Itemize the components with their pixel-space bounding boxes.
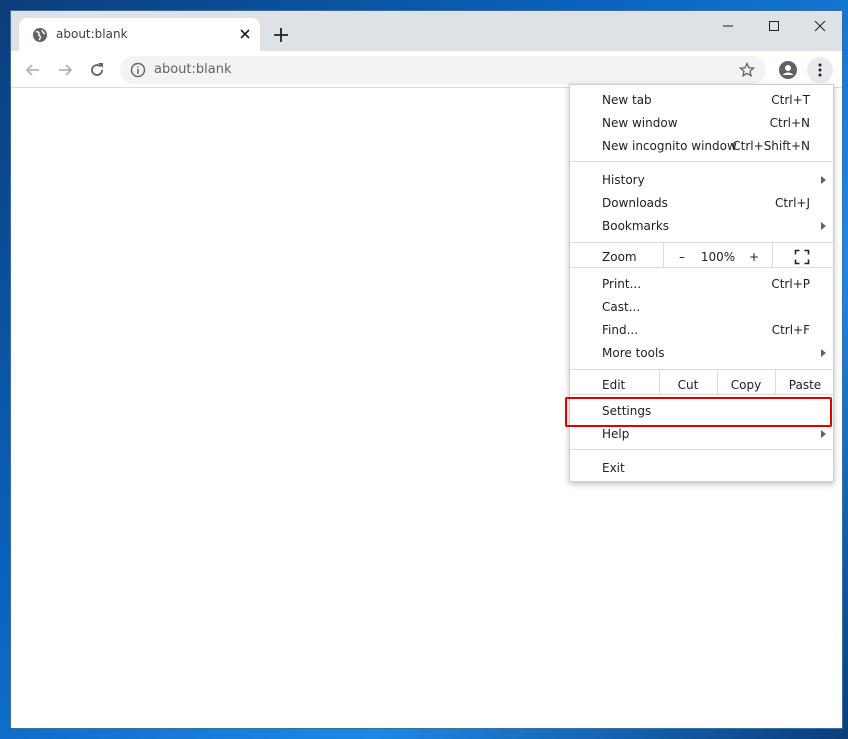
- menu-item-shortcut: Ctrl+Shift+N: [732, 139, 810, 153]
- menu-separator: [570, 449, 833, 450]
- browser-toolbar: about:blank: [11, 51, 842, 88]
- paste-button[interactable]: Paste: [776, 375, 834, 395]
- submenu-arrow-icon: [821, 349, 826, 357]
- forward-button[interactable]: [52, 57, 78, 83]
- menu-divider: [663, 243, 664, 267]
- menu-divider: [772, 243, 773, 267]
- tab-about-blank[interactable]: about:blank: [19, 18, 260, 51]
- menu-item-label: Cast...: [602, 300, 641, 314]
- zoom-out-button[interactable]: –: [670, 247, 694, 267]
- menu-item-shortcut: Ctrl+N: [769, 116, 810, 130]
- close-window-button[interactable]: [797, 11, 842, 41]
- menu-item-label: New tab: [602, 93, 652, 107]
- menu-button[interactable]: [807, 57, 833, 83]
- menu-item-print[interactable]: Print... Ctrl+P: [570, 272, 833, 295]
- menu-separator: [570, 161, 833, 162]
- address-bar[interactable]: about:blank: [120, 56, 766, 84]
- close-tab-icon[interactable]: [237, 26, 253, 42]
- menu-item-downloads[interactable]: Downloads Ctrl+J: [570, 191, 833, 214]
- arrow-left-icon: [25, 64, 39, 76]
- globe-icon: [33, 28, 47, 42]
- menu-item-new-tab[interactable]: New tab Ctrl+T: [570, 88, 833, 111]
- tab-title: about:blank: [56, 27, 128, 41]
- reload-icon: [91, 63, 103, 76]
- menu-separator: [570, 242, 833, 243]
- menu-item-shortcut: Ctrl+J: [775, 196, 810, 210]
- menu-item-shortcut: Ctrl+F: [771, 323, 810, 337]
- menu-item-label: More tools: [602, 346, 665, 360]
- submenu-arrow-icon: [821, 176, 826, 184]
- menu-item-new-incognito[interactable]: New incognito window Ctrl+Shift+N: [570, 134, 833, 157]
- kebab-menu-icon: [818, 63, 822, 77]
- star-icon[interactable]: [739, 62, 755, 78]
- copy-button[interactable]: Copy: [718, 375, 774, 395]
- menu-separator: [570, 369, 833, 370]
- reload-button[interactable]: [84, 57, 110, 83]
- menu-item-cast[interactable]: Cast...: [570, 295, 833, 318]
- minimize-button[interactable]: [705, 11, 751, 41]
- tab-strip: about:blank: [11, 11, 842, 51]
- menu-item-history[interactable]: History: [570, 168, 833, 191]
- zoom-in-button[interactable]: +: [742, 247, 766, 267]
- edit-label: Edit: [602, 378, 626, 392]
- close-icon: [814, 20, 826, 32]
- arrow-right-icon: [59, 64, 73, 76]
- submenu-arrow-icon: [821, 222, 826, 230]
- fullscreen-button[interactable]: [784, 247, 820, 267]
- address-text[interactable]: about:blank: [154, 62, 232, 77]
- menu-item-label: Help: [602, 427, 630, 441]
- menu-separator: [570, 267, 833, 268]
- menu-item-label: New incognito window: [602, 139, 737, 153]
- profile-button[interactable]: [775, 57, 801, 83]
- menu-item-label: Exit: [602, 461, 625, 475]
- info-icon[interactable]: [130, 62, 146, 78]
- menu-item-exit[interactable]: Exit: [570, 456, 833, 479]
- maximize-button[interactable]: [751, 11, 797, 41]
- menu-item-more-tools[interactable]: More tools: [570, 341, 833, 364]
- menu-item-settings[interactable]: Settings: [570, 399, 833, 422]
- zoom-value: 100%: [700, 250, 736, 264]
- chrome-menu: New tab Ctrl+T New window Ctrl+N New inc…: [569, 84, 834, 482]
- menu-item-new-window[interactable]: New window Ctrl+N: [570, 111, 833, 134]
- cut-button[interactable]: Cut: [660, 375, 716, 395]
- menu-item-find[interactable]: Find... Ctrl+F: [570, 318, 833, 341]
- menu-item-label: New window: [602, 116, 678, 130]
- account-icon: [779, 61, 797, 79]
- minimize-icon: [723, 25, 733, 27]
- new-tab-plus-icon[interactable]: [269, 23, 293, 47]
- menu-item-label: History: [602, 173, 645, 187]
- menu-item-label: Find...: [602, 323, 639, 337]
- menu-item-label: Settings: [602, 404, 652, 418]
- maximize-icon: [769, 21, 779, 31]
- menu-item-bookmarks[interactable]: Bookmarks: [570, 214, 833, 237]
- menu-item-label: Downloads: [602, 196, 668, 210]
- zoom-label: Zoom: [602, 250, 637, 264]
- menu-item-label: Print...: [602, 277, 642, 291]
- menu-item-shortcut: Ctrl+P: [771, 277, 810, 291]
- menu-item-shortcut: Ctrl+T: [771, 93, 810, 107]
- menu-item-help[interactable]: Help: [570, 422, 833, 445]
- fullscreen-icon: [794, 249, 810, 265]
- menu-separator: [570, 394, 833, 395]
- submenu-arrow-icon: [821, 430, 826, 438]
- menu-item-label: Bookmarks: [602, 219, 670, 233]
- back-button[interactable]: [20, 57, 46, 83]
